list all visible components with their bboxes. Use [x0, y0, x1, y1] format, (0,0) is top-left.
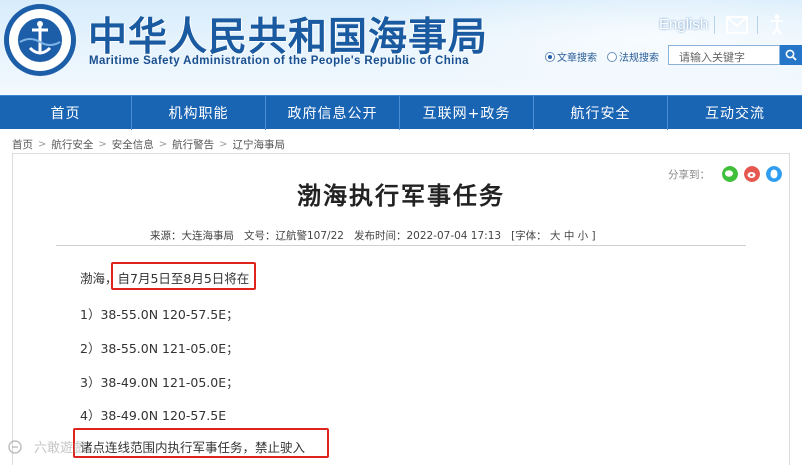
highlight-box-restriction: [73, 428, 329, 458]
article-meta: 来源：大连海事局 文号：辽航警107/22 发布时间：2022-07-04 17…: [150, 228, 606, 243]
font-size-switcher[interactable]: [字体： 大 中 小 ]: [511, 228, 596, 243]
radio-article-search[interactable]: [545, 51, 555, 62]
breadcrumb-item-current[interactable]: 辽宁海事局: [233, 137, 286, 152]
main-nav: 首页 机构职能 政府信息公开 互联网+政务 航行安全 互动交流: [0, 95, 802, 130]
mail-icon[interactable]: [726, 16, 748, 34]
nav-institution[interactable]: 机构职能: [132, 96, 266, 130]
watermark: 六敢遊戲: [8, 437, 86, 456]
meta-doc-number: 文号：辽航警107/22: [244, 230, 344, 242]
nav-nav-safety[interactable]: 航行安全: [534, 96, 668, 130]
nav-home[interactable]: 首页: [0, 96, 132, 130]
chevron-right-icon: >: [158, 139, 168, 150]
watermark-text: 六敢遊戲: [34, 441, 87, 456]
msa-logo[interactable]: [2, 2, 78, 78]
chevron-right-icon: >: [219, 139, 228, 150]
accessibility-icon[interactable]: [769, 14, 785, 36]
highlight-box-dates: [111, 262, 256, 290]
site-subtitle: Maritime Safety Administration of the Pe…: [89, 55, 469, 67]
coordinate-line: 2）38-55.0N 121-05.0E；: [80, 341, 239, 356]
chevron-right-icon: >: [38, 139, 47, 150]
search-icon: [785, 49, 797, 61]
nav-gov-info[interactable]: 政府信息公开: [266, 96, 400, 130]
nav-interaction[interactable]: 互动交流: [668, 96, 802, 130]
breadcrumb-item[interactable]: 首页: [12, 137, 33, 152]
radio-article-label: 文章搜索: [557, 53, 597, 64]
breadcrumb-item[interactable]: 安全信息: [112, 137, 154, 152]
radio-law-search[interactable]: [607, 51, 617, 62]
search-type-radios: 文章搜索 法规搜索: [545, 49, 669, 64]
breadcrumb-item[interactable]: 航行安全: [51, 137, 93, 152]
meta-published: 发布时间：2022-07-04 17:13: [353, 230, 502, 242]
site-header: 中华人民共和国海事局 Maritime Safety Administratio…: [0, 0, 802, 95]
breadcrumb: 首页 > 航行安全 > 安全信息 > 航行警告 > 辽宁海事局: [12, 137, 285, 152]
coordinate-line: 4）38-49.0N 120-57.5E: [80, 408, 227, 423]
coordinate-line: 1）38-55.0N 120-57.5E；: [80, 307, 239, 322]
site-title: 中华人民共和国海事局: [88, 15, 489, 60]
search-button[interactable]: [780, 45, 802, 65]
header-divider: [757, 16, 758, 34]
meta-source: 来源：大连海事局: [150, 230, 234, 242]
radio-law-label: 法规搜索: [619, 53, 659, 64]
watermark-logo-icon: [8, 439, 22, 454]
chevron-right-icon: >: [98, 139, 107, 150]
coordinate-line: 3）38-49.0N 121-05.0E；: [80, 375, 239, 390]
header-divider: [714, 16, 715, 34]
article-title: 渤海执行军事任务: [297, 182, 505, 210]
search-input[interactable]: 请输入关键字: [668, 45, 780, 65]
nav-internet-gov[interactable]: 互联网+政务: [400, 96, 534, 130]
english-link[interactable]: English: [659, 16, 708, 33]
breadcrumb-item[interactable]: 航行警告: [172, 137, 214, 152]
divider: [56, 245, 746, 246]
